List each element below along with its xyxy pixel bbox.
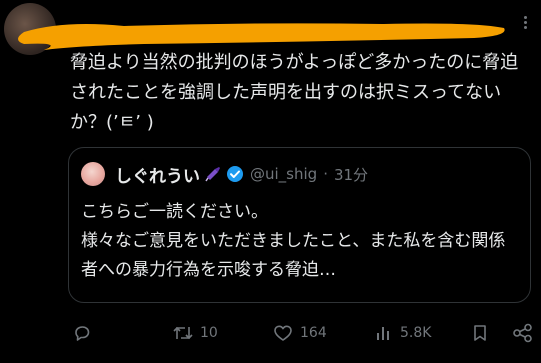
- like-button[interactable]: 164: [272, 318, 327, 348]
- action-bar: 10 164 5.8K: [0, 318, 541, 348]
- quoted-tweet-time: 31分: [333, 165, 369, 184]
- quoted-author-name: しぐれうい: [115, 166, 200, 187]
- umbrella-icon: [204, 165, 222, 183]
- retweet-count: 10: [200, 325, 218, 341]
- views-icon: [377, 327, 389, 340]
- retweet-button[interactable]: 10: [172, 318, 218, 348]
- views-count: 5.8K: [400, 325, 432, 341]
- quoted-tweet-card[interactable]: しぐれうい @ui_shig · 31分 こちらご一読ください。 様々なご意見を…: [68, 147, 531, 303]
- bookmark-icon: [474, 325, 486, 341]
- quoted-tweet-text: こちらご一読ください。 様々なご意見をいただきましたこと、また私を含む関係者への…: [81, 202, 506, 280]
- heart-icon: [274, 325, 292, 341]
- header-separator: ·: [323, 165, 328, 183]
- more-options-icon[interactable]: [519, 14, 531, 34]
- reply-button[interactable]: [72, 318, 92, 348]
- reply-icon: [75, 326, 90, 341]
- bookmark-button[interactable]: [470, 318, 490, 348]
- quoted-author-avatar: [81, 162, 105, 186]
- verified-badge-icon: [226, 165, 244, 183]
- quoted-tweet-header: しぐれうい @ui_shig · 31分: [81, 160, 368, 188]
- views-button[interactable]: 5.8K: [374, 318, 431, 348]
- like-count: 164: [300, 325, 327, 341]
- redaction-mark: [18, 23, 505, 50]
- tweet-text: 脅迫より当然の批判のほうがよっぽど多かったのに脅迫されたことを強調した声明を出す…: [70, 52, 519, 133]
- quoted-author-handle: @ui_shig: [250, 165, 318, 183]
- share-icon: [513, 323, 532, 343]
- share-button[interactable]: [512, 318, 534, 348]
- retweet-icon: [173, 326, 193, 340]
